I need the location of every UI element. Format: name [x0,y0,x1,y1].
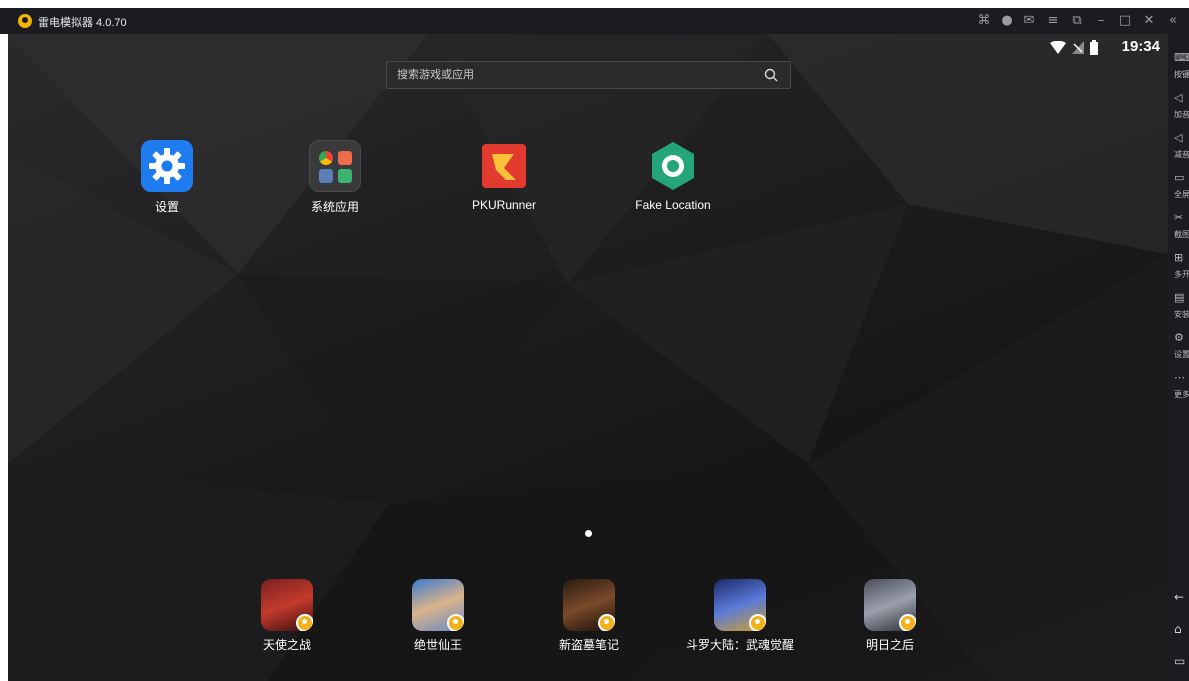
dock-app-jueshixianwang[interactable]: 绝世仙王 [373,579,503,653]
game-icon[interactable] [412,579,464,631]
keyboard-icon: ⌨ [1174,51,1189,64]
emulator-window: 雷电模拟器 4.0.70 ⌘ ● ✉ ≡ ⧉ – □ ✕ « 19:34 搜索游… [0,0,1189,681]
status-clock: 19:34 [1121,38,1160,55]
ldplayer-badge-icon [749,614,766,631]
avatar-icon[interactable]: ● [998,12,1016,30]
sidebar-item-volume-down[interactable]: ◁ 减音 [1168,124,1189,164]
more-icon: ⋯ [1174,371,1185,384]
sidebar-item-keymap[interactable]: ⌨ 按键 [1168,44,1189,84]
gamepad-icon[interactable]: ⌘ [975,12,993,30]
page-indicator-dot [585,530,592,537]
dock-app-douluo[interactable]: 斗罗大陆：武魂觉醒 [675,579,805,653]
collapse-sidebar-icon[interactable]: « [1164,12,1182,30]
system-apps-folder-icon[interactable] [309,140,361,192]
game-icon[interactable] [261,579,313,631]
download-icon [338,169,352,183]
wifi-icon [1050,41,1066,54]
game-icon[interactable] [714,579,766,631]
chrome-icon [319,151,333,165]
sidebar-item-more[interactable]: ⋯ 更多 [1168,364,1189,404]
scissors-icon: ✂ [1174,211,1184,224]
window-title: 雷电模拟器 4.0.70 [38,17,127,29]
back-icon[interactable]: ← [1174,590,1188,604]
search-bar[interactable] [386,61,791,89]
app-label: 斗罗大陆：武魂觉醒 [685,638,794,652]
dock-app-daomubiji[interactable]: 新盗墓笔记 [524,579,654,653]
sidebar-item-fullscreen[interactable]: ▭ 全屏 [1168,164,1189,204]
battery-icon [1090,40,1098,55]
fullscreen-icon: ▭ [1174,171,1185,184]
status-bar: 19:34 [1050,38,1160,58]
apk-install-icon: ▤ [1174,291,1185,304]
close-icon[interactable]: ✕ [1140,12,1158,30]
app-fake-location[interactable]: Fake Location [613,140,733,212]
app-system-apps-folder[interactable]: 系统应用 [275,140,395,215]
settings-icon: ⚙ [1174,331,1184,344]
ldplayer-badge-icon [296,614,313,631]
dock-app-tianshi[interactable]: 天使之战 [222,579,352,653]
app-label: 天使之战 [262,638,311,652]
mail-icon[interactable]: ✉ [1020,12,1038,30]
app-label: 绝世仙王 [413,638,462,652]
home-icon[interactable]: ⌂ [1174,622,1188,636]
app-label: 设置 [154,200,179,214]
maximize-icon[interactable]: □ [1116,12,1134,30]
files-icon [338,151,352,165]
app-logo-icon [18,14,32,28]
contacts-icon [319,169,333,183]
emulator-sidebar: ⌨ 按键 ◁ 加音 ◁ 减音 ▭ 全屏 ✂ 截图 ⊞ 多开 ▤ 安装 ⚙ 设置 [1168,34,1189,681]
title-bar: 雷电模拟器 4.0.70 ⌘ ● ✉ ≡ ⧉ – □ ✕ « [0,8,1189,34]
fake-location-icon[interactable] [647,140,699,192]
game-icon[interactable] [563,579,615,631]
ldplayer-badge-icon [598,614,615,631]
restore-window-icon[interactable]: ⧉ [1068,12,1086,30]
app-label: 新盗墓笔记 [558,638,619,652]
sidebar-item-settings[interactable]: ⚙ 设置 [1168,324,1189,364]
app-settings[interactable]: 设置 [107,140,227,215]
ldplayer-badge-icon [447,614,464,631]
multi-instance-icon: ⊞ [1174,251,1184,264]
recents-icon[interactable]: ▭ [1174,654,1188,668]
minimize-icon[interactable]: – [1092,12,1110,30]
search-icon[interactable] [764,68,778,82]
volume-down-icon: ◁ [1174,131,1183,144]
sidebar-item-install-apk[interactable]: ▤ 安装 [1168,284,1189,324]
android-home-screen: 19:34 搜索游戏或应用 设置 系统应用 PKURunner Fake Loc… [8,34,1168,681]
app-label: Fake Location [635,198,711,212]
settings-gear-icon[interactable] [141,140,193,192]
menu-icon[interactable]: ≡ [1044,12,1062,30]
volume-up-icon: ◁ [1174,91,1183,104]
pkurunner-icon[interactable] [482,144,526,188]
app-label: 明日之后 [865,638,914,652]
game-icon[interactable] [864,579,916,631]
app-pkurunner[interactable]: PKURunner [444,140,564,212]
dock-app-mingrizhihou[interactable]: 明日之后 [825,579,955,653]
app-label: PKURunner [471,198,537,212]
app-label: 系统应用 [310,200,359,214]
search-input[interactable] [397,66,737,84]
ldplayer-badge-icon [899,614,916,631]
sidebar-item-multi-instance[interactable]: ⊞ 多开 [1168,244,1189,284]
sidebar-item-volume-up[interactable]: ◁ 加音 [1168,84,1189,124]
sidebar-item-screenshot[interactable]: ✂ 截图 [1168,204,1189,244]
no-sim-icon [1072,41,1084,54]
